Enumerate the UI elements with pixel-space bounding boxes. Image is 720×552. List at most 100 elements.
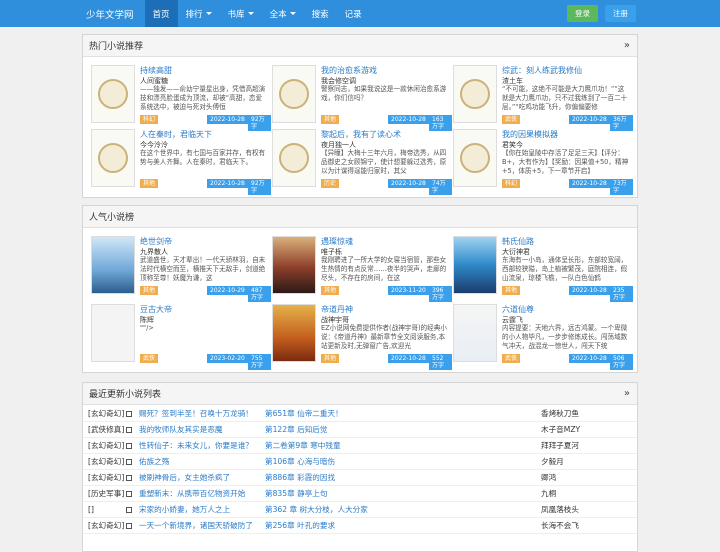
double-chevron-right-icon[interactable]: » — [624, 388, 630, 399]
row-book-title[interactable]: 佑族之殇 — [139, 456, 169, 467]
list-item: [玄幻奇幻] 性转仙子：未来女儿，你要是谁？ 第二卷第9章 寒中残童 拜拜子夏河 — [83, 438, 637, 454]
book-icon — [126, 459, 132, 465]
book-title[interactable]: 绝世剑帝 — [140, 236, 172, 247]
book-card: 人在秦时，君临天下 今今泠泠 在这个世界中，有七国与百家并存，有权有势与美人齐舞。人… — [91, 129, 271, 195]
row-author: 夕毅月 — [541, 457, 564, 466]
book-cover[interactable] — [453, 129, 497, 187]
book-title[interactable]: 遇璨惊魂 — [321, 236, 353, 247]
book-cover[interactable] — [91, 129, 135, 187]
category-badge: 科幻 — [502, 179, 521, 188]
word-count-badge: 74万字 — [429, 179, 452, 195]
book-cover[interactable] — [91, 236, 135, 294]
book-cover[interactable] — [272, 65, 316, 123]
category-badge: 武侠 — [502, 115, 521, 124]
word-count-badge: 73万字 — [610, 179, 633, 195]
book-cover[interactable] — [272, 304, 316, 362]
category-badge: 武侠 — [140, 354, 159, 363]
book-card: 豆古大帝 陈辉 ""/> 武侠 2023-02-20 755万字 — [91, 304, 271, 370]
book-title[interactable]: 豆古大帝 — [140, 304, 172, 315]
book-cover[interactable] — [453, 304, 497, 362]
book-cover[interactable] — [91, 304, 135, 362]
nav-history[interactable]: 记录 — [337, 0, 370, 27]
row-book-title[interactable]: 赐死？签到半圣！召唤十万龙骑！ — [139, 408, 253, 419]
row-chapter-link[interactable]: 第886章 彩霞的因找 — [265, 472, 335, 483]
row-chapter-link[interactable]: 第106章 心海与暗伤 — [265, 456, 335, 467]
book-description: 内容提要：天地六界，远古鸿蒙。一个卑微的小人物毕凡，一步步修炼成长。闯荡域数气冲… — [502, 324, 628, 350]
book-title[interactable]: 人在秦时，君临天下 — [140, 129, 212, 140]
update-date-badge: 2022-10-28 — [569, 286, 610, 295]
chevron-down-icon — [205, 12, 212, 15]
double-chevron-right-icon[interactable]: » — [624, 40, 630, 51]
row-chapter-link[interactable]: 第651章 仙帝二重天！ — [265, 408, 343, 419]
panel-title: 人气小说榜 — [89, 213, 135, 223]
update-date-badge: 2022-10-28 — [569, 354, 610, 363]
book-card: 我的治愈系游戏 我会修空调 警察同志，如果我说这是一款休闲治愈系游戏，你们信吗？ 其他… — [272, 65, 452, 131]
list-item: [武侠修真] 我的牧师队友其实是恶魔 第122章 后知后觉 木子音MZY — [83, 422, 637, 438]
row-chapter-link[interactable]: 第二卷第9章 寒中残童 — [265, 440, 341, 451]
book-title[interactable]: 综武：刻人练武我修仙 — [502, 65, 582, 76]
row-category: [武侠修真] — [88, 425, 125, 434]
nav-search[interactable]: 搜索 — [304, 0, 337, 27]
row-category: [历史军事] — [88, 489, 125, 498]
row-chapter-link[interactable]: 第256章 叶孔的要求 — [265, 520, 335, 531]
book-cover[interactable] — [91, 65, 135, 123]
word-count-badge: 552万字 — [429, 354, 452, 370]
popular-rank-panel: 人气小说榜 绝世剑帝 九界散人 武道盛世，天才辈出！一代天骄林羽，自末法时代横空而至… — [82, 205, 638, 373]
book-description: 【异瞳】大梅十三年六月，梅帝选秀，从四品御史之女顾锦宁，使计想要躲过选秀，原以为… — [321, 149, 447, 175]
placeholder-cover-icon — [279, 79, 309, 109]
site-brand[interactable]: 少年文学网 — [86, 7, 134, 21]
row-book-title[interactable]: 性转仙子：未来女儿，你要是谁？ — [139, 440, 253, 451]
book-card: 持续高甜 人间蜜糖 ——独发——俞幼宁量星出身，凭借高超演技和漂亮脸蛋成为顶流，却被… — [91, 65, 271, 131]
book-title[interactable]: 持续高甜 — [140, 65, 172, 76]
row-chapter-link[interactable]: 第122章 后知后觉 — [265, 424, 327, 435]
panel-header: 热门小说推荐 » — [83, 35, 637, 57]
book-title[interactable]: 我的因果模拟器 — [502, 129, 558, 140]
book-title[interactable]: 韩氏仙路 — [502, 236, 534, 247]
row-book-title[interactable]: 被刷神骨后，女主她杀疯了 — [139, 472, 230, 483]
book-title[interactable]: 帝道丹神 — [321, 304, 353, 315]
row-author: 木子音MZY — [541, 425, 581, 434]
word-count-badge: 235万字 — [610, 286, 633, 302]
update-date-badge: 2022-10-28 — [388, 179, 429, 188]
book-cover[interactable] — [272, 129, 316, 187]
book-cover[interactable] — [453, 236, 497, 294]
update-date-badge: 2022-10-28 — [569, 179, 610, 188]
list-item: [玄幻奇幻] 一天一个新境界，诸国天骄破防了 第256章 叶孔的要求 长海不会飞 — [83, 518, 637, 534]
nav-complete[interactable]: 全本 — [262, 0, 304, 27]
update-date-badge: 2022-10-28 — [569, 115, 610, 124]
book-title[interactable]: 黎起后，我有了读心术 — [321, 129, 401, 140]
login-button[interactable]: 登录 — [567, 5, 598, 22]
update-date-badge: 2022-10-29 — [207, 286, 248, 295]
category-badge: 其他 — [321, 354, 340, 363]
book-icon — [126, 475, 132, 481]
book-cover[interactable] — [453, 65, 497, 123]
book-card: 帝道丹神 战神宇哥 EZ小说网免费提供作者(战神宇哥)的经典小说：《帝道丹神》最新章… — [272, 304, 452, 370]
book-description: “不可能，这绝不可能是大力鹰爪功！”“这就是大力鹰爪功，只不过我练到了一百二十层… — [502, 85, 628, 111]
row-author: 凤凰落枝头 — [541, 505, 579, 514]
category-badge: 其他 — [502, 286, 521, 295]
book-icon — [126, 491, 132, 497]
nav-ranking[interactable]: 排行 — [178, 0, 220, 27]
row-book-title[interactable]: 我的牧师队友其实是恶魔 — [139, 424, 223, 435]
row-chapter-link[interactable]: 第835章 静亭上句 — [265, 488, 327, 499]
book-description: ""/> — [140, 324, 154, 332]
auth-buttons: 登录 注册 — [567, 5, 636, 22]
book-description: 我刚聘进了一所大学的女寝当宿管，那些女生热情的有点反常……夜半的哭声，走廊的尽头… — [321, 256, 447, 282]
placeholder-cover-icon — [460, 143, 490, 173]
register-button[interactable]: 注册 — [605, 5, 636, 22]
row-category: [] — [88, 505, 94, 514]
row-book-title[interactable]: 宋家的小娇妻，她万人之上 — [139, 504, 230, 515]
category-badge: 其他 — [140, 286, 159, 295]
book-title[interactable]: 我的治愈系游戏 — [321, 65, 377, 76]
category-badge: 其他 — [321, 115, 340, 124]
list-item: [玄幻奇幻] 佑族之殇 第106章 心海与暗伤 夕毅月 — [83, 454, 637, 470]
row-book-title[interactable]: 重塑新末：从携带百亿物资开始 — [139, 488, 245, 499]
row-book-title[interactable]: 一天一个新境界，诸国天骄破防了 — [139, 520, 253, 531]
book-description: ——独发——俞幼宁量星出身，凭借高超演技和漂亮脸蛋成为顶流，却被“高甜，恋爱系统… — [140, 85, 266, 111]
book-cover[interactable] — [272, 236, 316, 294]
book-title[interactable]: 六道仙尊 — [502, 304, 534, 315]
book-icon — [126, 523, 132, 529]
nav-library[interactable]: 书库 — [220, 0, 262, 27]
nav-home[interactable]: 首页 — [144, 0, 178, 27]
row-chapter-link[interactable]: 第362 章 树大分枝，人大分家 — [265, 504, 368, 515]
